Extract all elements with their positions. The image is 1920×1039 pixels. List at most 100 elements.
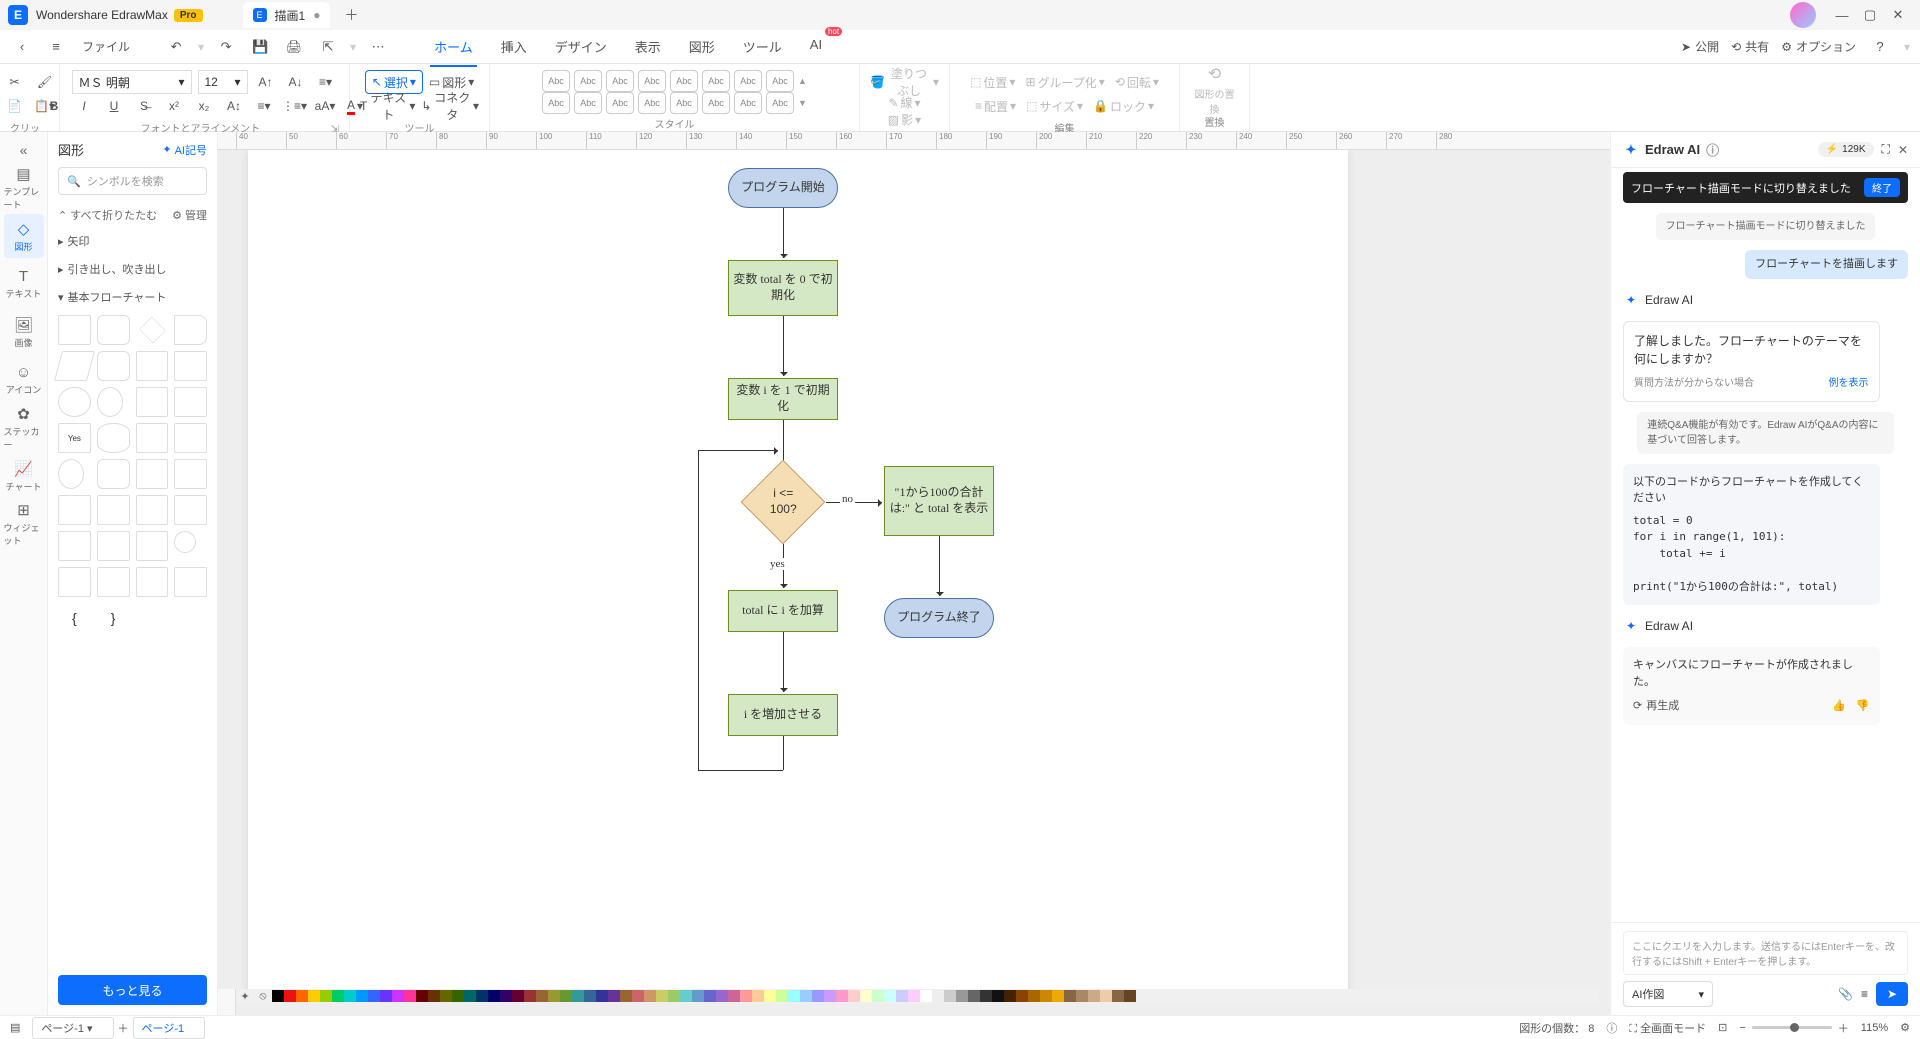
rail-image[interactable]: 🖼画像 [4,310,44,354]
publish-button[interactable]: ➤公開 [1681,38,1719,55]
palette-swatch[interactable] [536,990,548,1002]
collapse-all-button[interactable]: ⌃ すべて折りたたむ [58,207,157,223]
palette-swatch[interactable] [848,990,860,1002]
palette-swatch[interactable] [764,990,776,1002]
palette-swatch[interactable] [932,990,944,1002]
palette-swatch[interactable] [572,990,584,1002]
node-init-i[interactable]: 変数 i を 1 で初期化 [728,378,838,420]
expand-icon[interactable]: ⛶ [1882,142,1890,157]
shape-item[interactable] [136,459,169,489]
case-button[interactable]: aA▾ [313,94,337,118]
rail-text[interactable]: Tテキスト [4,262,44,306]
eyedropper-icon[interactable]: ✦ [236,990,254,1003]
palette-swatch[interactable] [1088,990,1100,1002]
palette-swatch[interactable] [920,990,932,1002]
style-swatch[interactable]: Abc [542,70,570,92]
palette-swatch[interactable] [596,990,608,1002]
bold-button[interactable]: B [42,94,66,118]
shape-item[interactable] [174,351,207,381]
section-callouts[interactable]: ▸ 引き出し、吹き出し [48,255,217,283]
palette-swatch[interactable] [800,990,812,1002]
shape-item[interactable] [174,459,207,489]
palette-swatch[interactable] [668,990,680,1002]
palette-swatch[interactable] [824,990,836,1002]
align-button[interactable]: ≡▾ [314,70,338,94]
shape-item[interactable]: } [97,603,130,633]
redo-button[interactable]: ↷ [214,35,238,59]
no-color-icon[interactable]: ⦸ [254,990,272,1003]
fill-button[interactable]: 🪣 塗りつぶし ▾ [870,70,939,94]
palette-swatch[interactable] [884,990,896,1002]
fit-button[interactable]: ⊡ [1718,1021,1727,1034]
fullscreen-button[interactable]: ⛶ 全画面モード [1629,1020,1706,1036]
palette-swatch[interactable] [1052,990,1064,1002]
tab-view[interactable]: 表示 [631,31,665,62]
shape-item[interactable] [97,495,130,525]
rail-icon[interactable]: ☺アイコン [4,358,44,402]
palette-swatch[interactable] [440,990,452,1002]
maximize-button[interactable]: ▢ [1856,1,1884,29]
style-swatch[interactable]: Abc [542,92,570,114]
palette-swatch[interactable] [428,990,440,1002]
back-button[interactable]: ‹ [10,35,34,59]
shape-item[interactable] [97,423,130,453]
status-icon[interactable]: ⓘ [1606,1020,1617,1036]
shape-item[interactable] [97,567,130,597]
palette-swatch[interactable] [452,990,464,1002]
style-swatch[interactable]: Abc [638,70,666,92]
show-example-link[interactable]: 例を表示 [1829,376,1869,391]
palette-swatch[interactable] [620,990,632,1002]
shape-item[interactable] [139,317,166,344]
canvas[interactable]: プログラム開始 変数 total を 0 で初期化 変数 i を 1 で初期化 … [218,150,1610,989]
rail-widget[interactable]: ⊞ウィジェット [4,502,44,546]
style-swatch[interactable]: Abc [734,92,762,114]
shape-item[interactable] [58,495,91,525]
palette-swatch[interactable] [500,990,512,1002]
shape-item[interactable] [174,531,196,553]
palette-swatch[interactable] [956,990,968,1002]
node-decision[interactable]: i <= 100? [741,460,826,545]
style-swatch[interactable]: Abc [702,70,730,92]
palette-swatch[interactable] [584,990,596,1002]
palette-swatch[interactable] [836,990,848,1002]
print-button[interactable]: 🖨 [282,35,306,59]
help-button[interactable]: ? [1868,35,1892,59]
palette-swatch[interactable] [812,990,824,1002]
shape-item[interactable] [136,495,169,525]
page-dropdown[interactable]: ページ-1 ▾ [32,1017,113,1039]
line-spacing-button[interactable]: ≡▾ [252,94,276,118]
format-painter-button[interactable]: 🖌 [33,70,57,94]
page-tab-1[interactable]: ページ-1 [133,1017,206,1039]
style-swatch[interactable]: Abc [638,92,666,114]
palette-swatch[interactable] [860,990,872,1002]
ai-prompt-input[interactable]: ここにクエリを入力します。送信するにはEnterキーを、改行するにはShift … [1623,931,1908,975]
palette-swatch[interactable] [896,990,908,1002]
style-swatch[interactable]: Abc [606,92,634,114]
zoom-out-button[interactable]: − [1739,1022,1745,1034]
spacing-button[interactable]: A↕ [222,94,246,118]
shape-item[interactable] [136,351,169,381]
palette-swatch[interactable] [656,990,668,1002]
ai-mode-select[interactable]: AI作図▾ [1623,981,1713,1007]
shadow-button[interactable]: ▨ 影 ▾ [888,111,921,128]
shape-item[interactable] [174,495,207,525]
tab-design[interactable]: デザイン [551,31,611,62]
palette-swatch[interactable] [980,990,992,1002]
hamburger-icon[interactable]: ≡ [44,35,68,59]
palette-swatch[interactable] [776,990,788,1002]
palette-swatch[interactable] [740,990,752,1002]
palette-swatch[interactable] [716,990,728,1002]
palette-swatch[interactable] [1076,990,1088,1002]
palette-swatch[interactable] [464,990,476,1002]
thumbs-down-button[interactable]: 👎 [1856,698,1870,715]
manage-button[interactable]: ⚙ 管理 [172,207,207,223]
section-basic-flow[interactable]: ▾ 基本フローチャート [48,283,217,311]
palette-swatch[interactable] [680,990,692,1002]
palette-swatch[interactable] [548,990,560,1002]
close-button[interactable]: ✕ [1884,1,1912,29]
thumbs-up-button[interactable]: 👍 [1832,698,1846,715]
palette-swatch[interactable] [344,990,356,1002]
ai-help-icon[interactable]: ⓘ [1706,140,1719,159]
palette-swatch[interactable] [908,990,920,1002]
palette-swatch[interactable] [1064,990,1076,1002]
